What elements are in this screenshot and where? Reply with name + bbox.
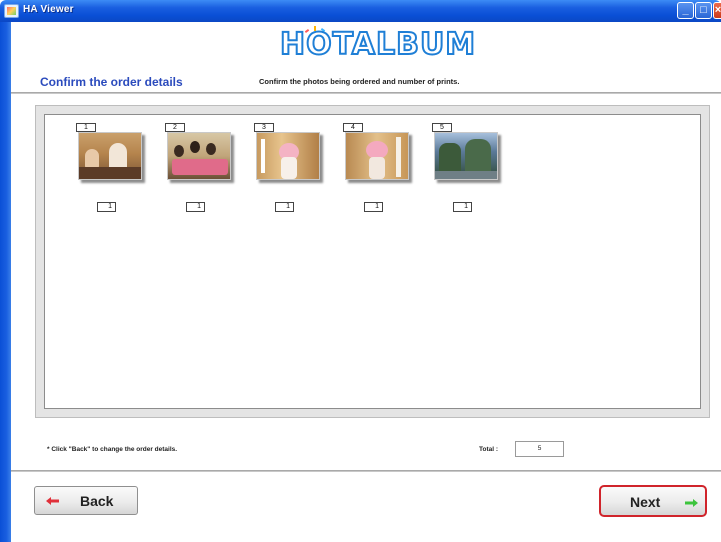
footer-divider	[11, 470, 721, 472]
page-title: Confirm the order details	[40, 75, 183, 89]
window-title-bar[interactable]: HA Viewer _ □ ×	[0, 0, 721, 22]
print-quantity-field[interactable]: 1	[97, 202, 116, 212]
page-description: Confirm the photos being ordered and num…	[259, 77, 460, 86]
total-field: 5	[515, 441, 564, 457]
header-divider	[11, 92, 721, 94]
window-frame-left	[0, 22, 11, 542]
minimize-button[interactable]: _	[677, 2, 694, 19]
arrow-left-icon	[46, 497, 59, 505]
print-quantity-field[interactable]: 1	[186, 202, 205, 212]
total-label: Total :	[479, 446, 499, 453]
photo-item[interactable]: 4 1	[343, 123, 413, 215]
maximize-button[interactable]: □	[695, 2, 712, 19]
photo-number: 5	[432, 123, 452, 132]
next-button[interactable]: Next	[599, 485, 707, 517]
back-hint-text: * Click "Back" to change the order detai…	[47, 446, 178, 453]
photo-thumbnail[interactable]	[167, 132, 231, 180]
close-button[interactable]: ×	[713, 2, 721, 19]
arrow-right-icon	[685, 499, 698, 507]
photo-item[interactable]: 2 1	[165, 123, 235, 215]
photo-number: 3	[254, 123, 274, 132]
photo-thumbnail[interactable]	[345, 132, 409, 180]
window-title: HA Viewer	[23, 4, 74, 15]
photo-thumbnail[interactable]	[434, 132, 498, 180]
back-button-label: Back	[80, 493, 114, 509]
photo-list[interactable]: 1 1 2 1 3 1 4 1 5 1	[44, 114, 701, 409]
photo-panel: 1 1 2 1 3 1 4 1 5 1	[35, 105, 710, 418]
photo-thumbnail[interactable]	[78, 132, 142, 180]
print-quantity-field[interactable]: 1	[275, 202, 294, 212]
print-quantity-field[interactable]: 1	[364, 202, 383, 212]
print-quantity-field[interactable]: 1	[453, 202, 472, 212]
photo-item[interactable]: 3 1	[254, 123, 324, 215]
photo-number: 1	[76, 123, 96, 132]
back-button[interactable]: Back	[34, 486, 138, 515]
photo-number: 4	[343, 123, 363, 132]
photo-item[interactable]: 1 1	[76, 123, 146, 215]
photo-thumbnail[interactable]	[256, 132, 320, 180]
photo-number: 2	[165, 123, 185, 132]
app-icon	[4, 4, 19, 18]
photo-item[interactable]: 5 1	[432, 123, 502, 215]
next-button-label: Next	[630, 494, 661, 510]
hotalbum-logo: HOTALBUM	[279, 26, 477, 63]
